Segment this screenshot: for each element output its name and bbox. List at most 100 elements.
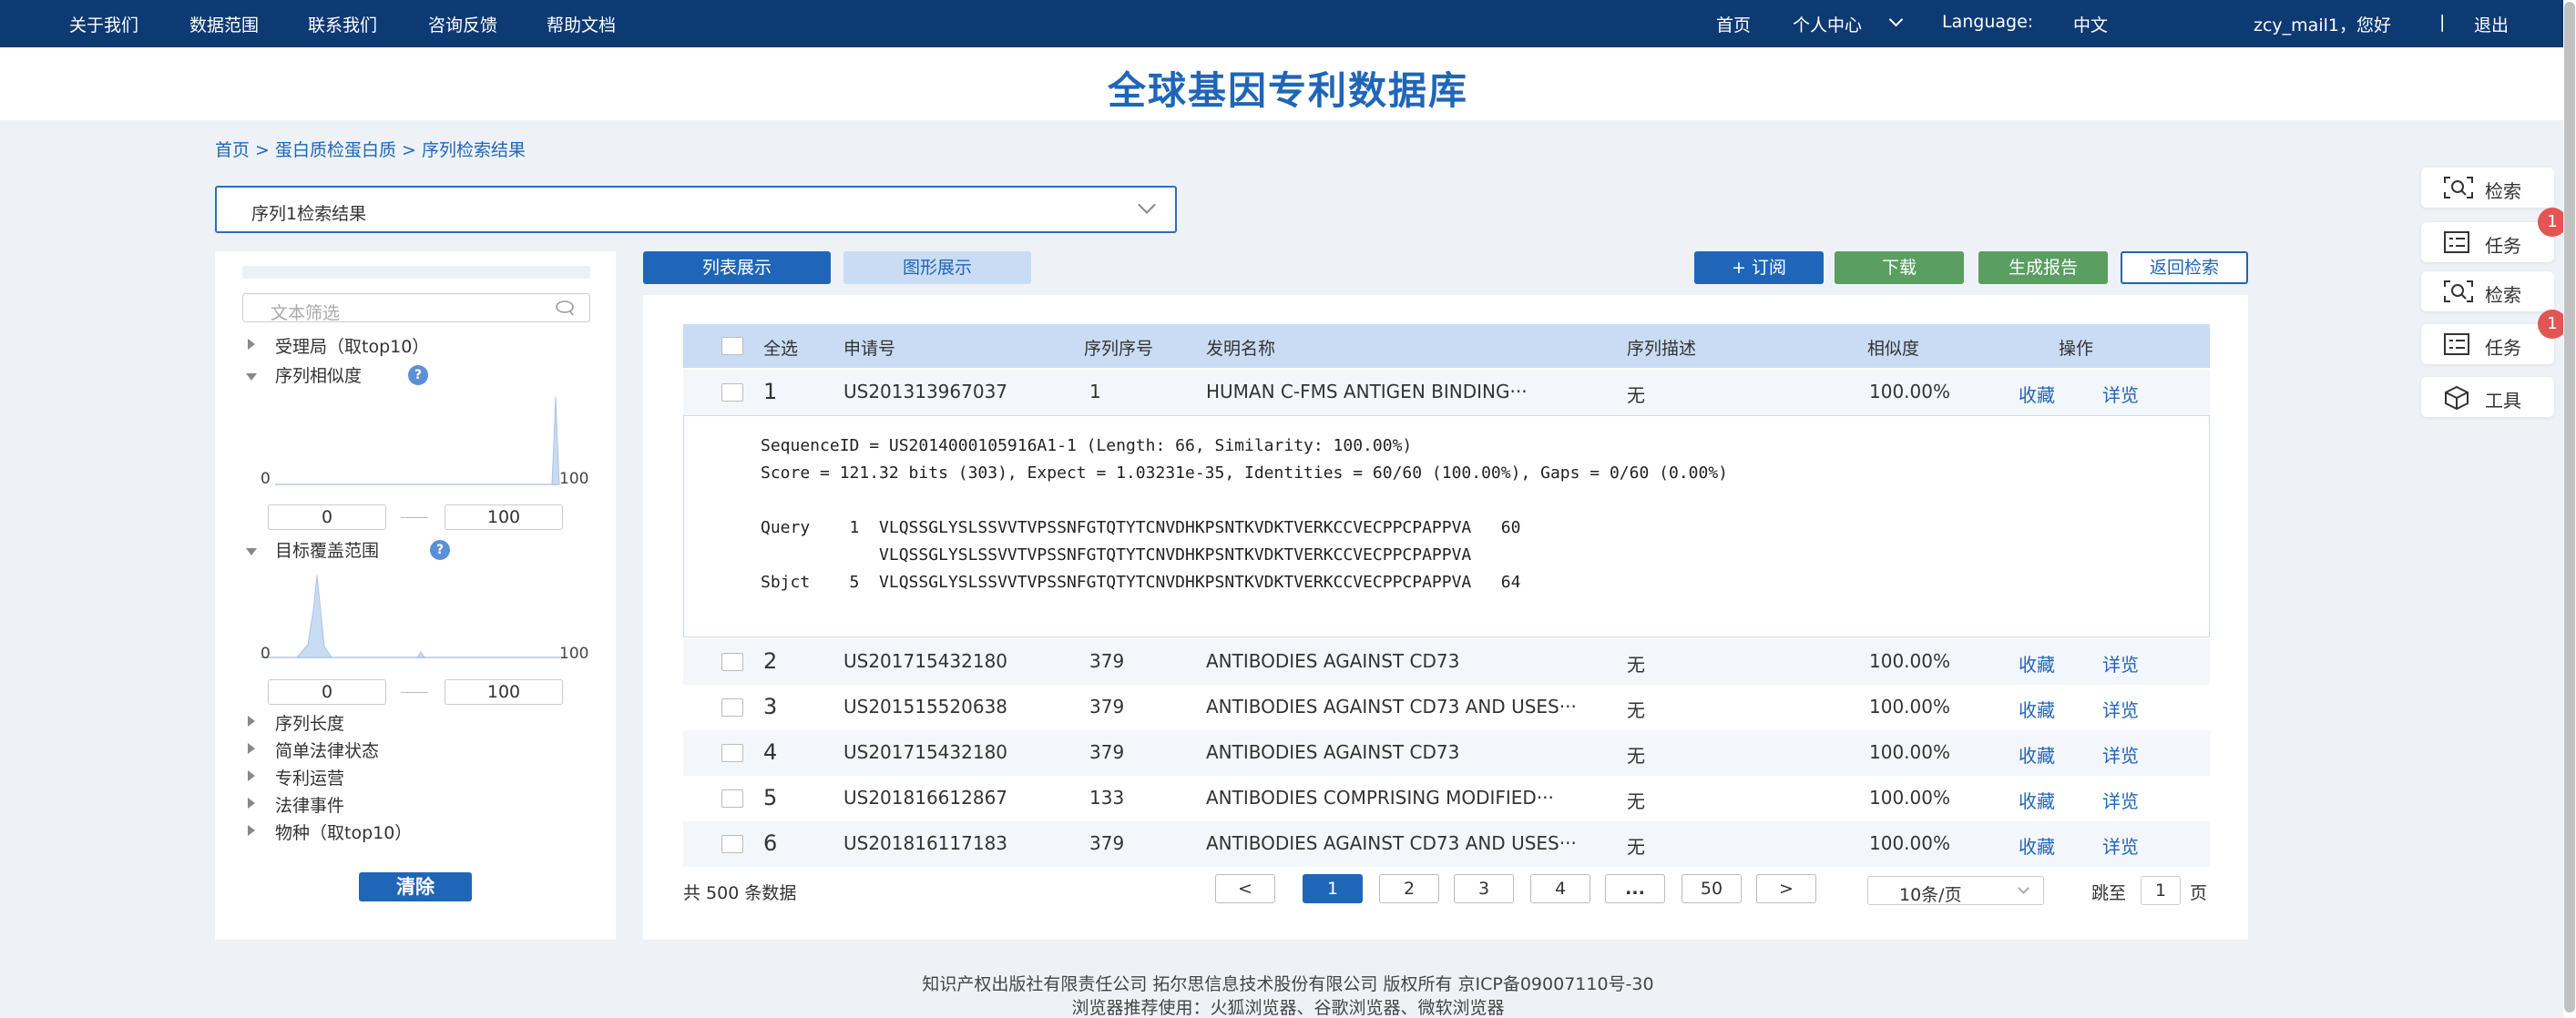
expand-legal-event-icon[interactable] (248, 798, 255, 809)
filter-legal-event[interactable]: 法律事件 (275, 792, 344, 817)
favorite-link[interactable]: 收藏 (2019, 381, 2055, 407)
page-4[interactable]: 4 (1530, 874, 1590, 903)
favorite-link[interactable]: 收藏 (2019, 832, 2055, 859)
filter-species[interactable]: 物种（取top10） (275, 819, 412, 844)
top-nav: 关于我们 数据范围 联系我们 咨询反馈 帮助文档 首页 个人中心 Languag… (0, 0, 2576, 47)
filter-office[interactable]: 受理局（取top10） (275, 333, 429, 358)
help-icon[interactable]: ? (430, 540, 450, 560)
coverage-max-input[interactable]: 100 (445, 679, 563, 705)
collapse-similarity-icon[interactable] (246, 373, 257, 381)
favorite-link[interactable]: 收藏 (2019, 787, 2055, 813)
col-select-all[interactable]: 全选 (763, 335, 798, 360)
filter-similarity[interactable]: 序列相似度 (275, 362, 362, 387)
expand-legal-status-icon[interactable] (248, 743, 255, 754)
tool-search-2[interactable]: 检索 (2421, 271, 2554, 311)
detail-link[interactable]: 详览 (2102, 650, 2139, 677)
chevron-down-icon[interactable] (1888, 12, 1904, 27)
similarity-min-input[interactable]: 0 (268, 504, 386, 530)
tool-tools[interactable]: 工具 (2421, 377, 2554, 417)
row-checkbox[interactable] (721, 789, 743, 808)
detail-link[interactable]: 详览 (2102, 696, 2139, 722)
tool-task-1[interactable]: 任务 (2421, 222, 2554, 262)
filter-legal-status[interactable]: 简单法律状态 (275, 738, 379, 762)
nav-data-scope[interactable]: 数据范围 (189, 12, 259, 36)
select-all-checkbox[interactable] (721, 337, 743, 355)
alignment-subject: Sbjct 5 VLQSSGLYSLSSVVTVPSSNFGTQTYTCNVDH… (761, 573, 1521, 592)
generate-report-button[interactable]: 生成报告 (1978, 251, 2108, 284)
subscribe-button[interactable]: + 订阅 (1694, 251, 1824, 284)
table-row[interactable]: 4 US201715432180 379 ANTIBODIES AGAINST … (683, 730, 2210, 776)
table-row[interactable]: 6 US201816117183 379 ANTIBODIES AGAINST … (683, 821, 2210, 867)
row-checkbox[interactable] (721, 653, 743, 671)
filter-operation[interactable]: 专利运营 (275, 765, 344, 789)
detail-link[interactable]: 详览 (2102, 832, 2139, 859)
expand-species-icon[interactable] (248, 825, 255, 836)
nav-about[interactable]: 关于我们 (69, 12, 138, 36)
table-header: 全选 申请号 序列序号 发明名称 序列描述 相似度 操作 (683, 324, 2210, 368)
page-50[interactable]: 50 (1682, 874, 1742, 903)
filter-seq-length[interactable]: 序列长度 (275, 710, 344, 735)
next-page-button[interactable]: > (1756, 874, 1816, 903)
nav-home[interactable]: 首页 (1716, 12, 1751, 36)
tab-graph-view[interactable]: 图形展示 (843, 251, 1031, 284)
tool-task-2[interactable]: 任务 (2421, 324, 2554, 364)
page-2[interactable]: 2 (1379, 874, 1439, 903)
task-list-icon (2444, 231, 2469, 253)
page-1[interactable]: 1 (1303, 874, 1363, 903)
search-icon[interactable] (555, 299, 575, 317)
table-row[interactable]: 5 US201816612867 133 ANTIBODIES COMPRISI… (683, 776, 2210, 821)
expand-office-icon[interactable] (248, 339, 255, 350)
favorite-link[interactable]: 收藏 (2019, 741, 2055, 768)
filter-search-input[interactable]: 文本筛选 (242, 293, 590, 323)
tool-search-1[interactable]: 检索 (2421, 168, 2554, 208)
row-checkbox[interactable] (721, 698, 743, 717)
language-select[interactable]: 中文 (2073, 12, 2108, 36)
filter-coverage[interactable]: 目标覆盖范围 (275, 537, 379, 562)
logout-link[interactable]: 退出 (2474, 12, 2509, 36)
detail-link[interactable]: 详览 (2102, 787, 2139, 813)
row-checkbox[interactable] (721, 383, 743, 402)
prev-page-button[interactable]: < (1215, 874, 1275, 903)
clear-button[interactable]: 清除 (359, 872, 472, 901)
table-row[interactable]: 3 US201515520638 379 ANTIBODIES AGAINST … (683, 685, 2210, 730)
favorite-link[interactable]: 收藏 (2019, 650, 2055, 677)
table-row[interactable]: 1 US201313967037 1 HUMAN C-FMS ANTIGEN B… (683, 370, 2210, 415)
row-similarity: 100.00% (1869, 741, 1950, 763)
page-scrollbar-thumb[interactable] (2564, 2, 2575, 1013)
sequence-result-select[interactable]: 序列1检索结果 (215, 186, 1177, 233)
page-size-select[interactable]: 10条/页 (1867, 876, 2044, 905)
nav-personal-center[interactable]: 个人中心 (1793, 12, 1862, 36)
detail-link[interactable]: 详览 (2102, 381, 2139, 407)
nav-feedback[interactable]: 咨询反馈 (428, 12, 497, 36)
expand-operation-icon[interactable] (248, 770, 255, 781)
download-button[interactable]: 下载 (1835, 251, 1964, 284)
row-checkbox[interactable] (721, 744, 743, 762)
row-seq-no: 133 (1089, 787, 1125, 809)
tool-task-label: 任务 (2485, 337, 2521, 359)
similarity-axis-min: 0 (261, 470, 271, 488)
search-scan-icon (2444, 177, 2473, 199)
row-checkbox[interactable] (721, 835, 743, 853)
favorite-link[interactable]: 收藏 (2019, 696, 2055, 722)
coverage-min-input[interactable]: 0 (268, 679, 386, 705)
help-icon[interactable]: ? (408, 365, 428, 385)
nav-contact[interactable]: 联系我们 (308, 12, 377, 36)
collapse-coverage-icon[interactable] (246, 548, 257, 555)
nav-help-docs[interactable]: 帮助文档 (547, 12, 616, 36)
row-index: 5 (763, 785, 778, 810)
range-dash (401, 517, 428, 518)
row-title: ANTIBODIES AGAINST CD73 AND USES··· (1206, 832, 1577, 854)
breadcrumb[interactable]: 首页 > 蛋白质检蛋白质 > 序列检索结果 (215, 137, 526, 161)
row-title: HUMAN C-FMS ANTIGEN BINDING··· (1206, 381, 1528, 402)
detail-link[interactable]: 详览 (2102, 741, 2139, 768)
expand-seq-length-icon[interactable] (248, 716, 255, 727)
jump-page-input[interactable]: 1 (2141, 876, 2181, 905)
back-to-search-button[interactable]: 返回检索 (2121, 251, 2248, 284)
tab-list-view[interactable]: 列表展示 (643, 251, 831, 284)
row-seq-no: 379 (1089, 832, 1125, 854)
page-3[interactable]: 3 (1454, 874, 1514, 903)
table-row[interactable]: 2 US201715432180 379 ANTIBODIES AGAINST … (683, 639, 2210, 685)
row-seq-no: 379 (1089, 650, 1125, 672)
similarity-max-input[interactable]: 100 (445, 504, 563, 530)
page-ellipsis[interactable]: ... (1605, 874, 1665, 903)
